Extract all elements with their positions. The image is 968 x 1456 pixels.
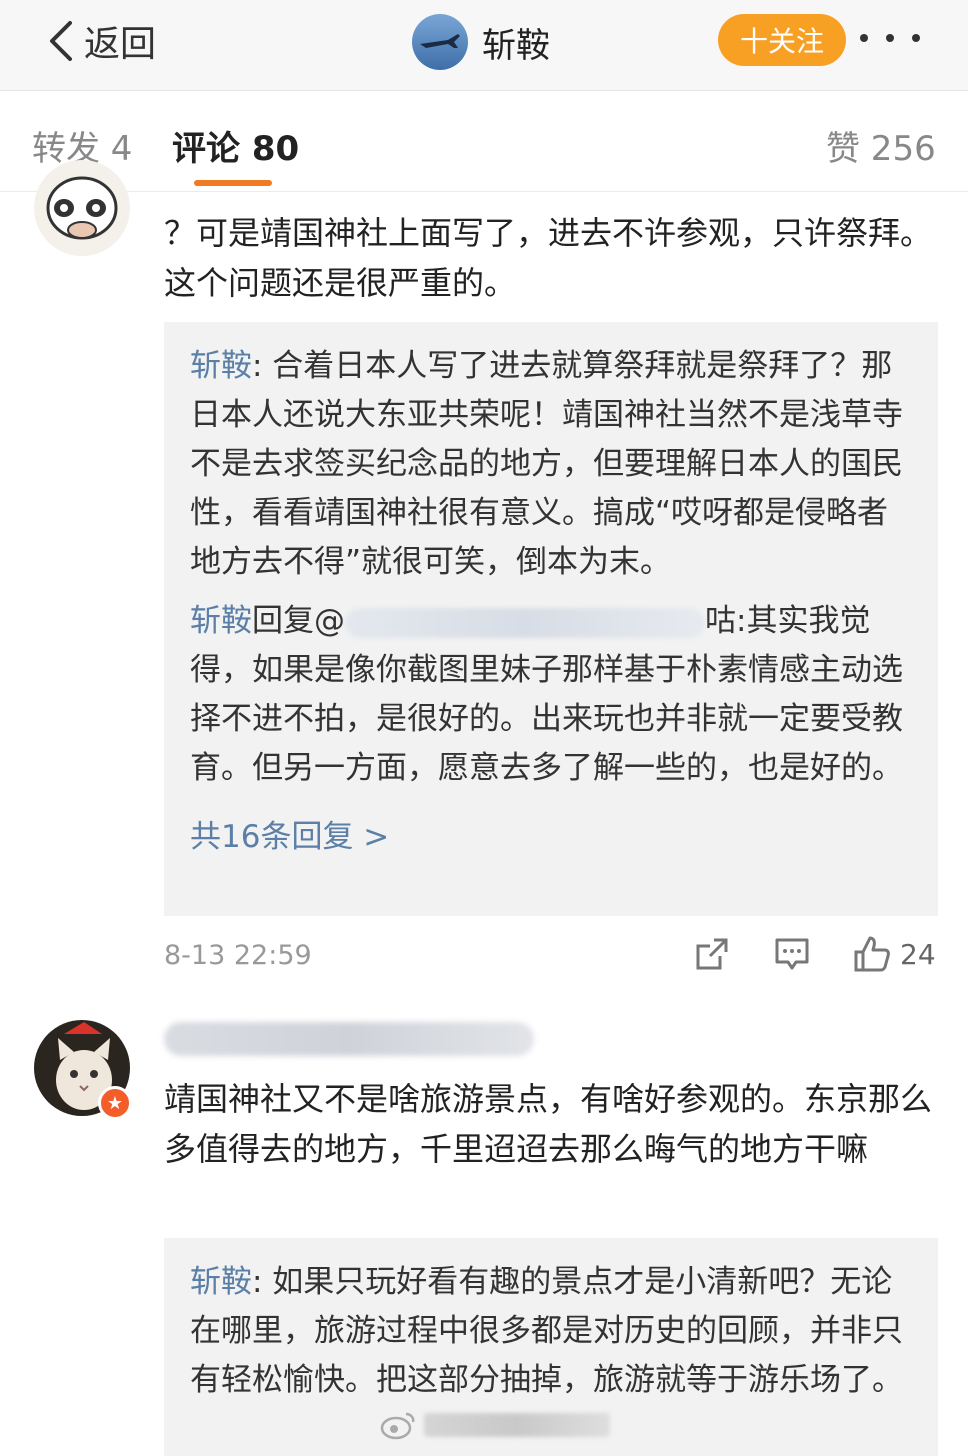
reply-item: 斩鞍: 如果只玩好看有趣的景点才是小清新吧？无论在哪里，旅游过程中很多都是对历史…	[190, 1258, 912, 1405]
active-tab-indicator	[194, 180, 272, 186]
tab-likes[interactable]: 赞 256	[826, 121, 936, 170]
comment-meta: 8-13 22:59 24	[164, 934, 938, 980]
more-options-button[interactable]	[860, 18, 920, 58]
reply-author[interactable]: 斩鞍	[190, 1264, 252, 1300]
tab-comments[interactable]: 评论 80	[172, 121, 299, 170]
page-title: 斩鞍	[482, 25, 550, 66]
blurred-commenter-name[interactable]	[164, 1022, 534, 1056]
airplane-icon	[420, 34, 460, 48]
reply-author[interactable]: 斩鞍	[190, 603, 252, 639]
blurred-username	[345, 607, 705, 638]
back-label: 返回	[84, 24, 157, 65]
comment-time: 8-13 22:59	[164, 940, 312, 971]
comment-icon[interactable]	[772, 934, 812, 974]
tab-bar: 转发 4 评论 80 赞 256	[0, 91, 968, 192]
chevron-left-icon	[50, 21, 72, 61]
back-button[interactable]: 返回	[46, 16, 156, 66]
author-avatar[interactable]	[412, 14, 468, 70]
comment-text: ？可是靖国神社上面写了，进去不许参观，只许祭拜。这个问题还是很严重的。	[164, 214, 933, 302]
reply-prefix: 回复@	[252, 603, 345, 639]
like-button[interactable]: 24	[852, 934, 936, 974]
view-all-replies-link[interactable]: 共16条回复 >	[190, 811, 912, 856]
reply-author[interactable]: 斩鞍	[190, 348, 252, 384]
commenter-avatar[interactable]	[34, 160, 130, 256]
reply-handle-end: 咕	[705, 603, 736, 639]
thumbs-up-icon	[854, 936, 890, 972]
weibo-logo-icon	[380, 1412, 415, 1440]
reply-item: 斩鞍回复@ 咕:其实我觉得，如果是像你截图里妹子那样基于朴素情感主动选择不进不拍，…	[190, 597, 912, 793]
reply-item: 斩鞍: 合着日本人写了进去就算祭拜就是祭拜了？那日本人还说大东亚共荣呢！靖国神社…	[190, 342, 912, 587]
reply-thread[interactable]: 斩鞍: 合着日本人写了进去就算祭拜就是祭拜了？那日本人还说大东亚共荣呢！靖国神社…	[164, 322, 938, 916]
verified-badge-icon: ★	[98, 1086, 132, 1120]
reply-text: : 如果只玩好看有趣的景点才是小清新吧？无论在哪里，旅游过程中很多都是对历史的回…	[190, 1264, 903, 1398]
watermark	[380, 1408, 610, 1442]
profile-title[interactable]: 斩鞍	[412, 14, 550, 70]
cow-avatar-icon	[46, 176, 118, 240]
more-dot-icon	[912, 34, 920, 42]
reply-text: : 合着日本人写了进去就算祭拜就是祭拜了？那日本人还说大东亚共荣呢！靖国神社当然…	[190, 348, 903, 580]
more-dot-icon	[886, 34, 894, 42]
more-dot-icon	[860, 34, 868, 42]
blurred-watermark-text	[424, 1413, 610, 1437]
comment-text: 靖国神社又不是啥旅游景点，有啥好参观的。东京那么多值得去的地方，千里迢迢去那么晦…	[164, 1080, 933, 1168]
nav-bar: 返回 斩鞍 十关注	[0, 0, 968, 91]
share-icon[interactable]	[692, 934, 732, 974]
like-count: 24	[900, 937, 936, 971]
follow-button[interactable]: 十关注	[718, 14, 846, 66]
